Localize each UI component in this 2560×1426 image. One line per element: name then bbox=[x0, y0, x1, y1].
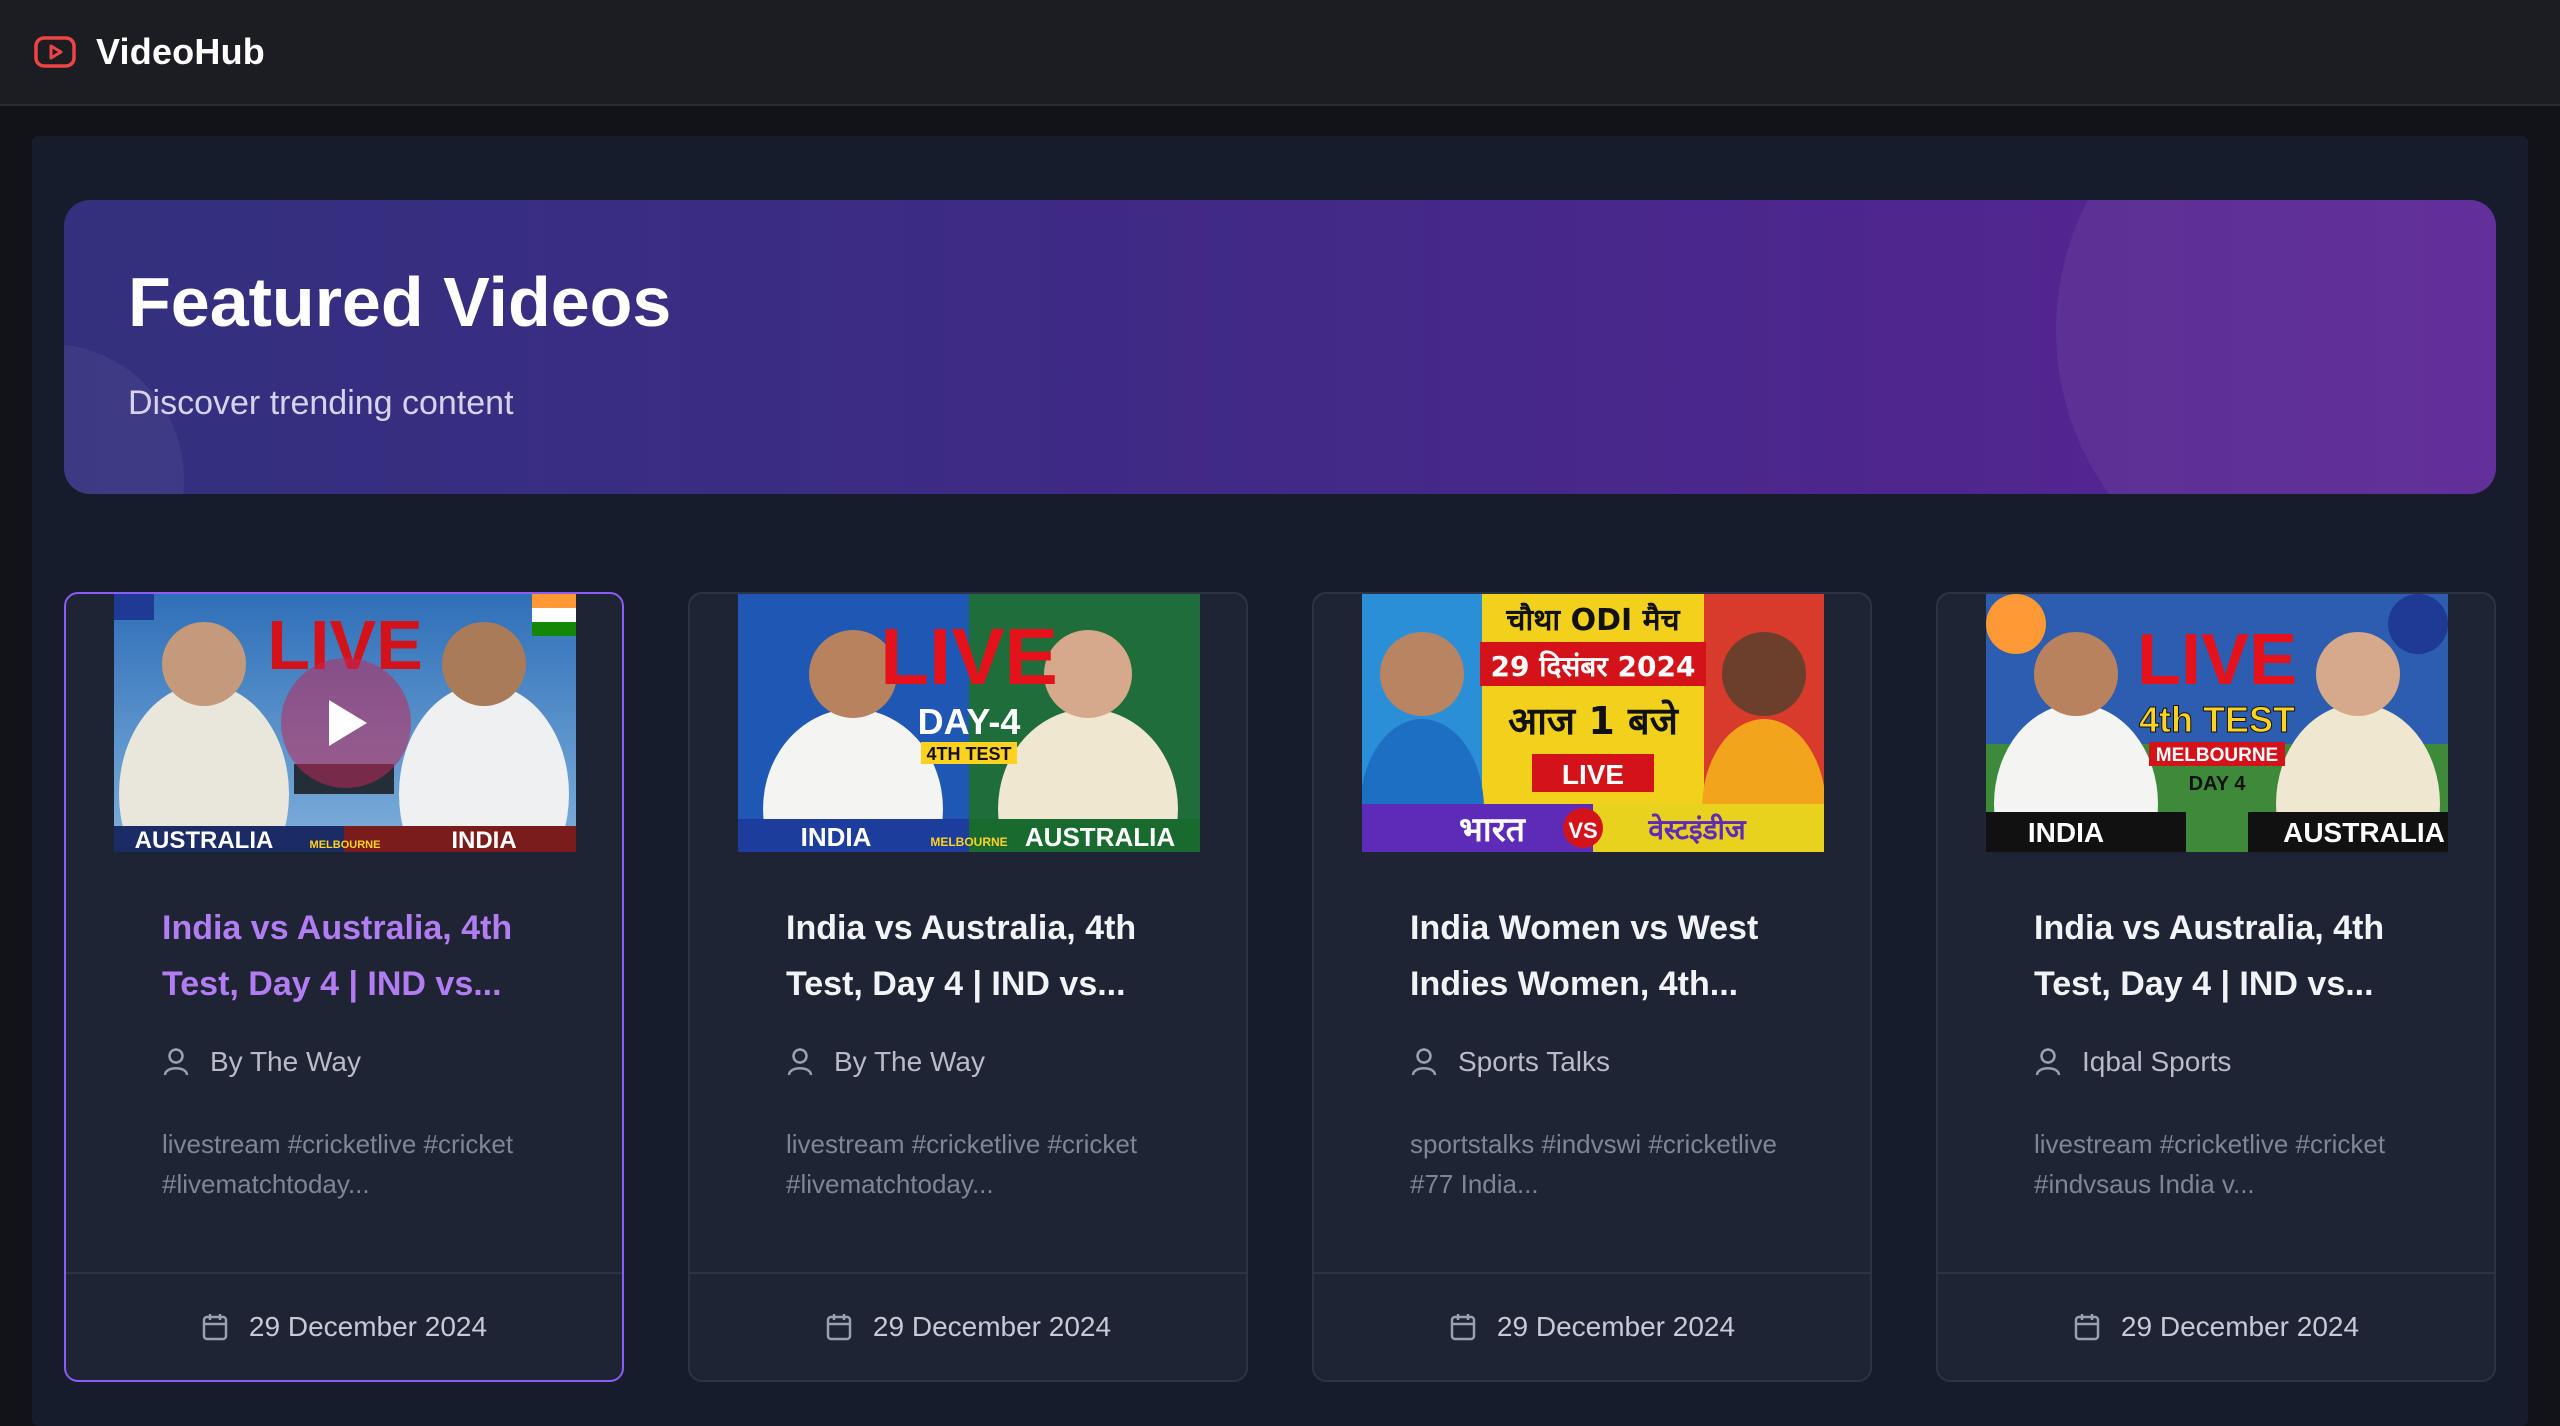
author-name: Iqbal Sports bbox=[2082, 1046, 2232, 1077]
user-icon bbox=[163, 1048, 189, 1076]
card-footer: 29 December 2024 bbox=[66, 1272, 622, 1380]
play-button[interactable] bbox=[281, 658, 411, 788]
card-footer: 29 December 2024 bbox=[690, 1272, 1246, 1380]
video-card[interactable]: LIVE 4th TEST MELBOURNE DAY 4 INDIA AUST… bbox=[1936, 592, 2496, 1382]
page-title: Featured Videos bbox=[128, 263, 672, 341]
video-title[interactable]: India vs Australia, 4th Test, Day 4 | IN… bbox=[2034, 900, 2454, 1012]
card-footer: 29 December 2024 bbox=[1314, 1272, 1870, 1380]
thumb-left-team: INDIA bbox=[2028, 817, 2104, 848]
thumb-headline: LIVE bbox=[880, 612, 1058, 701]
video-date: 29 December 2024 bbox=[248, 1311, 488, 1342]
calendar-icon bbox=[2074, 1314, 2100, 1341]
thumb-venue: MELBOURNE bbox=[310, 839, 381, 851]
author-name: By The Way bbox=[834, 1046, 985, 1077]
thumb-right-team: वेस्टइंडीज bbox=[1647, 813, 1747, 846]
thumb-left-team: AUSTRALIA bbox=[135, 827, 274, 852]
thumb-right-team: AUSTRALIA bbox=[2283, 817, 2445, 848]
thumb-right-team: INDIA bbox=[451, 827, 516, 852]
video-card[interactable]: LIVE AUSTRALIA MELBOURNE INDIA India vs … bbox=[64, 592, 624, 1382]
video-thumbnail[interactable]: LIVE 4th TEST MELBOURNE DAY 4 INDIA AUST… bbox=[1986, 594, 2448, 852]
video-card[interactable]: चौथा ODI मैच 29 दिसंबर 2024 आज 1 बजे LIV… bbox=[1312, 592, 1872, 1382]
thumb-sub2: 4TH TEST bbox=[926, 744, 1011, 764]
thumb-line2: 29 दिसंबर 2024 bbox=[1491, 650, 1696, 683]
video-title[interactable]: India vs Australia, 4th Test, Day 4 | IN… bbox=[162, 900, 582, 1012]
calendar-icon bbox=[1450, 1314, 1476, 1341]
featured-banner: Featured Videos Discover trending conten… bbox=[64, 200, 2496, 494]
video-description: livestream #cricketlive #cricket #livema… bbox=[786, 1129, 1138, 1199]
top-navbar: VideoHub bbox=[0, 0, 2560, 106]
thumb-headline: LIVE bbox=[2137, 620, 2297, 700]
thumb-vs: VS bbox=[1568, 818, 1597, 843]
card-footer: 29 December 2024 bbox=[1938, 1272, 2494, 1380]
video-author: Sports Talks bbox=[1410, 1046, 1610, 1078]
page-subtitle: Discover trending content bbox=[128, 384, 514, 422]
user-icon bbox=[787, 1048, 813, 1076]
brand-name[interactable]: VideoHub bbox=[96, 31, 265, 73]
video-author: Iqbal Sports bbox=[2034, 1046, 2231, 1078]
video-card[interactable]: LIVE DAY-4 4TH TEST INDIA MELBOURNE AUST… bbox=[688, 592, 1248, 1382]
video-thumbnail[interactable]: चौथा ODI मैच 29 दिसंबर 2024 आज 1 बजे LIV… bbox=[1362, 594, 1824, 852]
thumb-sub1: DAY-4 bbox=[918, 701, 1021, 742]
thumb-left-team: INDIA bbox=[801, 822, 872, 852]
thumb-sub1: 4th TEST bbox=[2139, 699, 2295, 740]
author-name: By The Way bbox=[210, 1046, 361, 1077]
thumb-sub2: MELBOURNE bbox=[2156, 745, 2278, 766]
thumb-right-team: AUSTRALIA bbox=[1025, 822, 1175, 852]
thumb-left-team: भारत bbox=[1459, 810, 1527, 850]
video-date: 29 December 2024 bbox=[2120, 1311, 2360, 1342]
video-date: 29 December 2024 bbox=[872, 1311, 1112, 1342]
video-description: sportstalks #indvswi #cricketlive #77 In… bbox=[1410, 1129, 1778, 1199]
video-description: livestream #cricketlive #cricket #livema… bbox=[162, 1129, 514, 1199]
youtube-play-icon bbox=[34, 34, 78, 70]
thumb-line1: चौथा ODI मैच bbox=[1505, 602, 1680, 638]
video-description: livestream #cricketlive #cricket #indvsa… bbox=[2034, 1129, 2386, 1199]
user-icon bbox=[1411, 1048, 1437, 1076]
video-author: By The Way bbox=[786, 1046, 985, 1078]
video-date: 29 December 2024 bbox=[1496, 1311, 1736, 1342]
calendar-icon bbox=[202, 1314, 228, 1341]
user-icon bbox=[2035, 1048, 2061, 1076]
video-author: By The Way bbox=[162, 1046, 361, 1078]
thumb-line3: आज 1 बजे bbox=[1508, 699, 1680, 743]
video-thumbnail[interactable]: LIVE DAY-4 4TH TEST INDIA MELBOURNE AUST… bbox=[738, 594, 1200, 852]
video-thumbnail[interactable]: LIVE AUSTRALIA MELBOURNE INDIA bbox=[114, 594, 576, 852]
author-name: Sports Talks bbox=[1458, 1046, 1610, 1077]
main-content: Featured Videos Discover trending conten… bbox=[32, 136, 2528, 1426]
video-grid: LIVE AUSTRALIA MELBOURNE INDIA India vs … bbox=[64, 592, 2496, 1382]
thumb-sub3: DAY 4 bbox=[2189, 773, 2247, 795]
thumb-badge: LIVE bbox=[1562, 759, 1624, 790]
thumb-venue: MELBOURNE bbox=[930, 835, 1007, 849]
calendar-icon bbox=[826, 1314, 852, 1341]
video-title[interactable]: India vs Australia, 4th Test, Day 4 | IN… bbox=[786, 900, 1206, 1012]
video-title[interactable]: India Women vs West Indies Women, 4th... bbox=[1410, 900, 1830, 1012]
